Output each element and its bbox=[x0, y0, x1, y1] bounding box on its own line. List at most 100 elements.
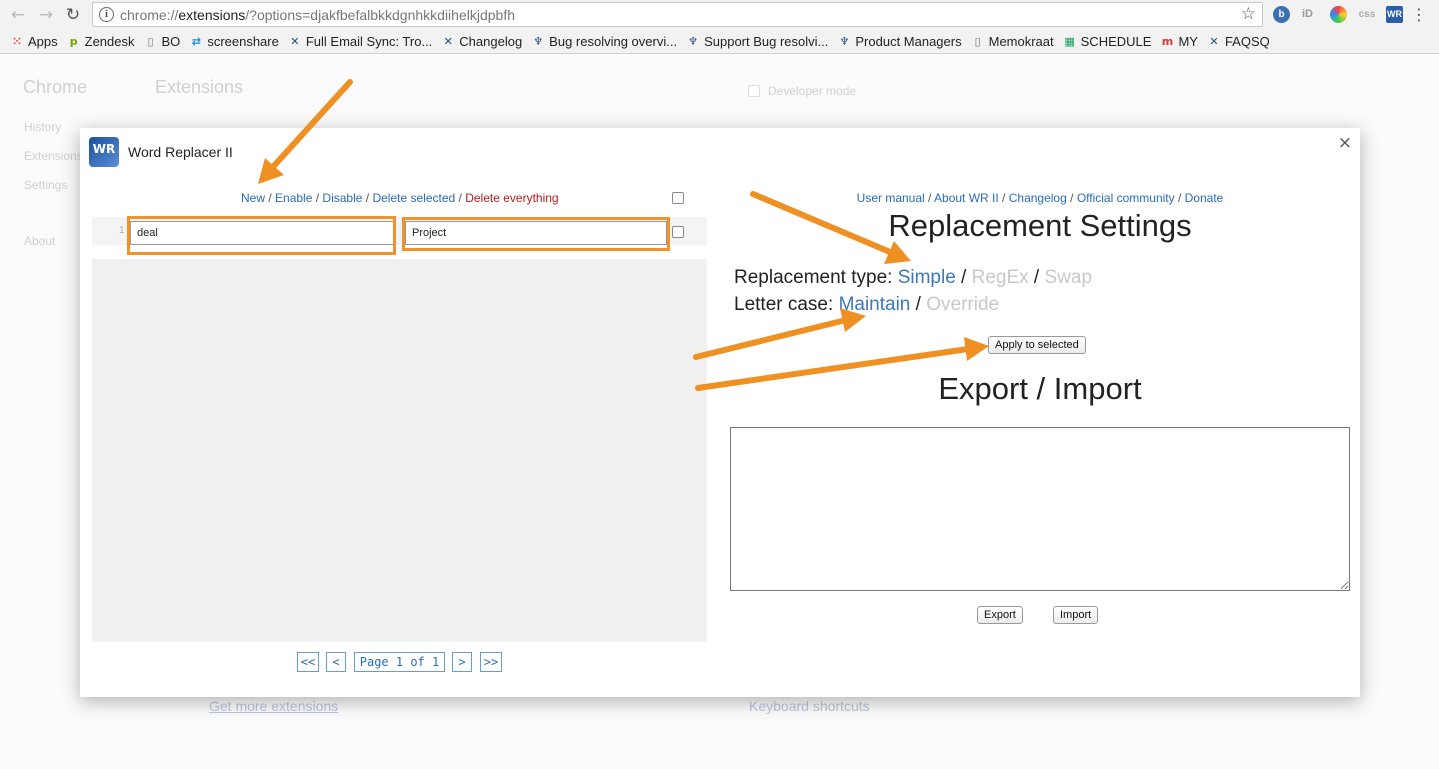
extensions-title: Extensions bbox=[155, 77, 244, 97]
pagination-bar: << < Page 1 of 1 > >> bbox=[92, 642, 707, 696]
bookmark-label: Support Bug resolvi... bbox=[704, 34, 829, 49]
bookmark-label: Product Managers bbox=[855, 34, 962, 49]
teamviewer-icon: ⇄ bbox=[191, 34, 201, 48]
ext-wr-icon[interactable]: WR bbox=[1386, 6, 1403, 23]
jira-icon: ✕ bbox=[1209, 34, 1219, 48]
zendesk-icon: p bbox=[69, 34, 78, 48]
bookmark-item[interactable]: ▯ BO bbox=[144, 34, 181, 49]
address-bar[interactable]: i chrome://extensions/?options=djakfbefa… bbox=[92, 2, 1263, 27]
rule-number: 1 bbox=[119, 225, 125, 236]
replacement-type-label: Replacement type: bbox=[734, 267, 893, 288]
bookmark-item[interactable]: p Zendesk bbox=[67, 34, 135, 49]
back-icon[interactable]: ← bbox=[8, 5, 28, 25]
delete-everything-link[interactable]: Delete everything bbox=[465, 191, 558, 205]
bookmark-item[interactable]: ♆ Support Bug resolvi... bbox=[686, 34, 828, 49]
replace-input-highlight bbox=[402, 217, 670, 251]
bookmark-item[interactable]: ⇄ screenshare bbox=[189, 34, 279, 49]
donate-link[interactable]: Donate bbox=[1185, 191, 1224, 205]
dialog-title: Word Replacer II bbox=[128, 144, 233, 160]
confluence-icon: ♆ bbox=[839, 34, 850, 48]
nav-about[interactable]: About bbox=[24, 234, 55, 248]
keyboard-shortcuts-link[interactable]: Keyboard shortcuts bbox=[749, 698, 870, 714]
confluence-icon: ♆ bbox=[533, 34, 544, 48]
export-button[interactable]: Export bbox=[977, 606, 1023, 624]
separator: / bbox=[312, 191, 323, 205]
user-manual-link[interactable]: User manual bbox=[857, 191, 925, 205]
bookmark-label: FAQSQ bbox=[1224, 34, 1270, 49]
bookmark-item[interactable]: ▦ SCHEDULE bbox=[1063, 34, 1152, 49]
about-link[interactable]: About WR II bbox=[934, 191, 999, 205]
chrome-brand: Chrome bbox=[23, 77, 88, 97]
bookmark-item[interactable]: ⁙ Apps bbox=[10, 34, 57, 49]
apply-to-selected-button[interactable]: Apply to selected bbox=[988, 336, 1086, 354]
ext-css-icon[interactable]: css bbox=[1356, 6, 1378, 23]
export-import-textarea[interactable] bbox=[730, 427, 1350, 591]
nav-extensions[interactable]: Extensions bbox=[24, 149, 83, 163]
sheets-icon: ▦ bbox=[1064, 34, 1075, 48]
info-icon[interactable]: i bbox=[99, 7, 114, 22]
get-more-extensions-link[interactable]: Get more extensions bbox=[209, 698, 338, 714]
page-icon: ▯ bbox=[974, 34, 981, 48]
last-page-button[interactable]: >> bbox=[480, 652, 502, 672]
wr-logo: WR bbox=[89, 137, 119, 167]
developer-mode-label: Developer mode bbox=[768, 84, 857, 98]
developer-mode-checkbox[interactable] bbox=[748, 85, 760, 97]
bookmark-label: SCHEDULE bbox=[1080, 34, 1152, 49]
url-text[interactable]: chrome://extensions/?options=djakfbefalb… bbox=[120, 7, 515, 23]
my-icon: m bbox=[1161, 34, 1174, 48]
maintain-option[interactable]: Maintain bbox=[839, 294, 911, 315]
enable-link[interactable]: Enable bbox=[275, 191, 312, 205]
nav-settings[interactable]: Settings bbox=[24, 178, 67, 192]
jira-icon: ✕ bbox=[443, 34, 453, 48]
bookmark-label: screenshare bbox=[207, 34, 279, 49]
browser-menu-icon[interactable]: ⋮ bbox=[1411, 5, 1427, 24]
override-option[interactable]: Override bbox=[926, 294, 999, 315]
next-page-button[interactable]: > bbox=[452, 652, 472, 672]
delete-selected-link[interactable]: Delete selected bbox=[372, 191, 455, 205]
disable-link[interactable]: Disable bbox=[322, 191, 362, 205]
nav-history[interactable]: History bbox=[24, 120, 61, 134]
prev-page-button[interactable]: < bbox=[326, 652, 346, 672]
bookmark-label: Bug resolving overvi... bbox=[549, 34, 678, 49]
forward-icon[interactable]: → bbox=[36, 5, 56, 25]
letter-case-label: Letter case: bbox=[734, 294, 834, 315]
separator: / bbox=[265, 191, 276, 205]
community-link[interactable]: Official community bbox=[1077, 191, 1175, 205]
ext-b-icon[interactable]: b bbox=[1273, 6, 1290, 23]
import-button[interactable]: Import bbox=[1053, 606, 1099, 624]
bookmark-item[interactable]: ✕ Changelog bbox=[441, 34, 523, 49]
new-rule-link[interactable]: New bbox=[241, 191, 265, 205]
rule-actions: New / Enable / Disable / Delete selected… bbox=[241, 191, 559, 205]
bookmark-star-icon[interactable]: ☆ bbox=[1241, 4, 1256, 24]
replacement-type-row: Replacement type: Simple / RegEx / Swap bbox=[734, 267, 1093, 288]
select-all-checkbox[interactable] bbox=[672, 192, 684, 204]
first-page-button[interactable]: << bbox=[297, 652, 319, 672]
bookmark-label: BO bbox=[161, 34, 181, 49]
close-icon[interactable]: × bbox=[1338, 133, 1352, 153]
bookmark-item[interactable]: m MY bbox=[1160, 34, 1198, 49]
bookmark-item[interactable]: ♆ Bug resolving overvi... bbox=[531, 34, 677, 49]
bookmarks-bar: ⁙ Apps p Zendesk ▯ BO ⇄ screenshare ✕ Full Email … bbox=[0, 30, 1439, 54]
dialog-header: WR Word Replacer II × bbox=[80, 128, 1360, 176]
letter-case-row: Letter case: Maintain / Override bbox=[734, 294, 1000, 315]
rule-select-checkbox[interactable] bbox=[672, 226, 684, 238]
rules-toolbar: New / Enable / Disable / Delete selected… bbox=[92, 177, 707, 217]
bookmark-item[interactable]: ✕ FAQSQ bbox=[1207, 34, 1270, 49]
separator: / bbox=[455, 191, 466, 205]
confluence-icon: ♆ bbox=[688, 34, 699, 48]
ext-color-icon[interactable]: C bbox=[1330, 6, 1347, 23]
simple-option[interactable]: Simple bbox=[898, 267, 956, 288]
regex-option[interactable]: RegEx bbox=[972, 267, 1029, 288]
separator: / bbox=[362, 191, 373, 205]
changelog-link[interactable]: Changelog bbox=[1009, 191, 1067, 205]
bookmark-item[interactable]: ▯ Memokraat bbox=[971, 34, 1054, 49]
bookmark-label: Full Email Sync: Tro... bbox=[305, 34, 433, 49]
swap-option[interactable]: Swap bbox=[1045, 267, 1093, 288]
bookmark-item[interactable]: ♆ Product Managers bbox=[837, 34, 961, 49]
bookmark-item[interactable]: ✕ Full Email Sync: Tro... bbox=[288, 34, 432, 49]
bookmark-label: Zendesk bbox=[84, 34, 135, 49]
reload-icon[interactable]: ↻ bbox=[63, 5, 83, 25]
page-icon: ▯ bbox=[147, 34, 154, 48]
ext-id-icon[interactable]: iD bbox=[1299, 6, 1316, 23]
replacement-settings-heading: Replacement Settings bbox=[888, 208, 1192, 243]
